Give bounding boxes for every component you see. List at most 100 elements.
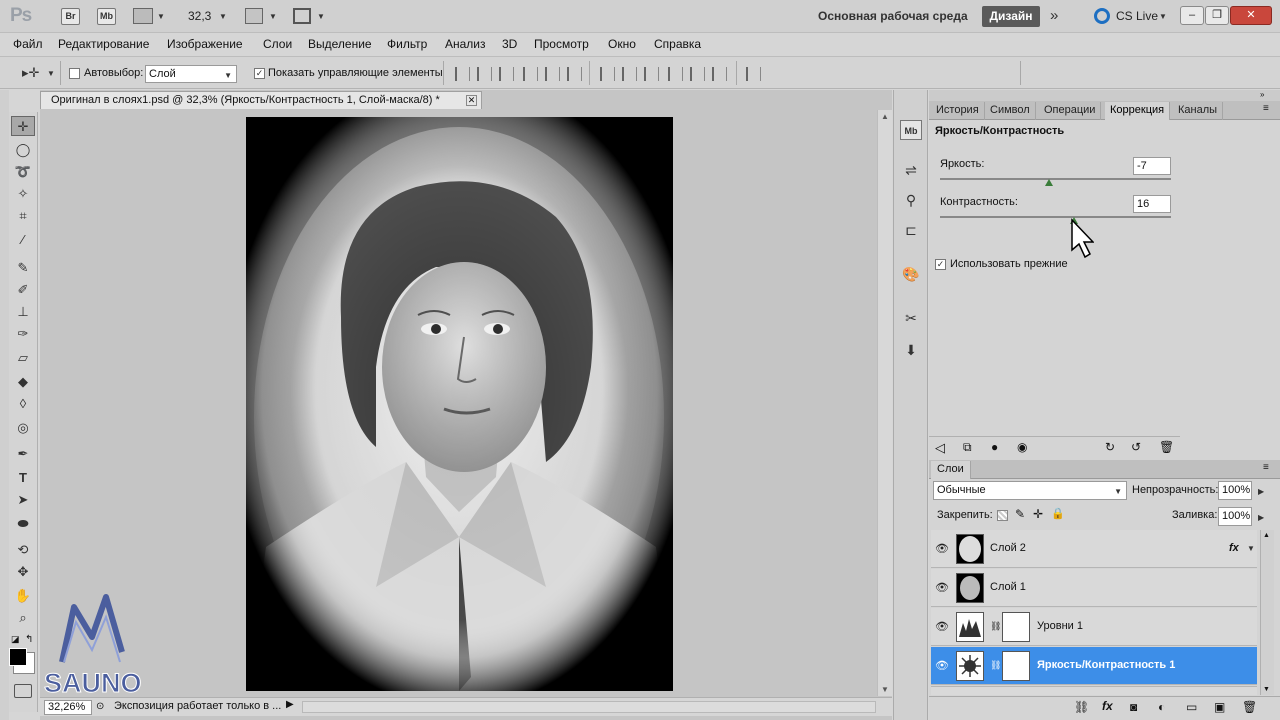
default-colors-icon[interactable]: ◪	[11, 634, 20, 645]
auto-align-layers-icon[interactable]	[746, 67, 761, 81]
add-mask-icon[interactable]: ◙	[1130, 700, 1137, 714]
blur-tool-icon[interactable]: ◊	[11, 394, 35, 414]
bridge-button[interactable]: Br	[61, 8, 80, 25]
menu-image[interactable]: Изображение	[167, 37, 243, 51]
dodge-tool-icon[interactable]: ◎	[11, 418, 35, 438]
menu-select[interactable]: Выделение	[308, 37, 372, 51]
visibility-icon[interactable]: ◉	[1017, 440, 1027, 454]
layer-mask-thumbnail[interactable]	[1002, 651, 1030, 681]
menu-edit[interactable]: Редактирование	[58, 37, 149, 51]
3d-rotate-tool-icon[interactable]: ⟲	[11, 540, 35, 560]
zoom-tool-icon[interactable]: ⌕	[11, 608, 35, 628]
align-bottom-icon[interactable]	[499, 67, 514, 81]
contrast-slider-track[interactable]	[940, 216, 1171, 218]
brightness-slider-track[interactable]	[940, 178, 1171, 180]
close-tab-icon[interactable]: ✕	[466, 95, 477, 106]
quick-selection-tool-icon[interactable]: ✧	[11, 184, 35, 204]
chevron-down-icon[interactable]: ▼	[1247, 544, 1255, 553]
brightness-slider-thumb[interactable]	[1044, 179, 1053, 186]
brush-tool-icon[interactable]: ✐	[11, 280, 35, 300]
eyedropper-tool-icon[interactable]: ⁄	[11, 230, 35, 250]
align-vertical-center-icon[interactable]	[477, 67, 492, 81]
autoselect-checkbox[interactable]	[69, 68, 80, 79]
tab-character[interactable]: Символ	[985, 102, 1036, 120]
pen-tool-icon[interactable]: ✒	[11, 444, 35, 464]
eraser-tool-icon[interactable]: ▱	[11, 348, 35, 368]
image-canvas[interactable]	[246, 117, 673, 691]
menu-3d[interactable]: 3D	[502, 37, 517, 51]
status-menu-arrow-icon[interactable]: ▶	[286, 699, 298, 714]
crop-tool-icon[interactable]: ⌗	[11, 206, 35, 226]
paint-bucket-tool-icon[interactable]: ◆	[11, 372, 35, 392]
swatches-icon[interactable]: 🎨	[900, 264, 922, 284]
new-group-icon[interactable]: ▭	[1186, 700, 1197, 714]
mask-link-icon[interactable]: ⛓	[990, 621, 1001, 632]
lock-all-icon[interactable]: 🔒	[1051, 507, 1065, 520]
distribute-right-icon[interactable]	[712, 67, 727, 81]
brightness-input[interactable]: -7	[1133, 157, 1171, 175]
new-layer-icon[interactable]: ▣	[1214, 700, 1225, 714]
chevron-down-icon[interactable]: ▼	[317, 12, 325, 21]
menu-help[interactable]: Справка	[654, 37, 701, 51]
lasso-tool-icon[interactable]: ➰	[11, 162, 35, 182]
use-legacy-checkbox[interactable]: ✓	[935, 259, 946, 270]
layer-row[interactable]: 👁 Слой 1	[931, 569, 1257, 607]
chevron-down-icon[interactable]: ▼	[269, 12, 277, 21]
clip-to-layer-icon[interactable]: ●	[991, 440, 998, 454]
mini-bridge-panel-icon[interactable]: Mb	[900, 120, 922, 140]
tab-adjustments[interactable]: Коррекция	[1105, 102, 1171, 120]
eye-icon[interactable]: 👁	[935, 542, 949, 555]
blend-mode-dropdown[interactable]: Обычные ▼	[933, 481, 1127, 500]
document-tab[interactable]: Оригинал в слоях1.psd @ 32,3% (Яркость/К…	[40, 91, 482, 109]
arrange-documents-icon[interactable]	[245, 8, 263, 24]
new-adjustment-layer-icon[interactable]: ◐	[1158, 700, 1165, 714]
menu-view[interactable]: Просмотр	[534, 37, 589, 51]
menu-layer[interactable]: Слои	[263, 37, 292, 51]
tool-presets-icon[interactable]: ⇌	[900, 160, 922, 180]
layers-menu-icon[interactable]: ≡	[1263, 462, 1269, 473]
opacity-slider-toggle-icon[interactable]: ▶	[1258, 487, 1264, 496]
show-controls-checkbox[interactable]: ✓	[254, 68, 265, 79]
maximize-button[interactable]: ❐	[1205, 6, 1229, 25]
history-brush-tool-icon[interactable]: ✑	[11, 324, 35, 344]
move-tool-preset-icon[interactable]: ▸✛	[22, 65, 39, 81]
layer-row-selected[interactable]: 👁 ⛓ Яркость/Контрастность 1	[931, 647, 1257, 685]
elliptical-marquee-tool-icon[interactable]: ◯	[11, 140, 35, 160]
distribute-top-icon[interactable]	[600, 67, 615, 81]
hand-tool-icon[interactable]: ✋	[11, 586, 35, 606]
back-arrow-icon[interactable]: ◁	[935, 440, 945, 456]
tab-history[interactable]: История	[931, 102, 985, 120]
layer-mask-thumbnail[interactable]	[1002, 612, 1030, 642]
scroll-down-icon[interactable]: ▼	[881, 685, 889, 694]
notes-icon[interactable]: ⊏	[900, 220, 922, 240]
foreground-color-swatch[interactable]	[9, 648, 27, 666]
tab-actions[interactable]: Операции	[1039, 102, 1102, 120]
mask-link-icon[interactable]: ⛓	[990, 660, 1001, 671]
chevron-down-icon[interactable]: ▼	[1159, 12, 1167, 21]
panel-menu-icon[interactable]: ≡	[1263, 103, 1269, 114]
delete-adjustment-icon[interactable]: 🗑	[1159, 440, 1174, 454]
expand-view-icon[interactable]: ⧉	[963, 440, 972, 455]
more-workspaces-icon[interactable]: »	[1050, 7, 1058, 24]
scroll-up-icon[interactable]: ▲	[881, 112, 889, 121]
reset-icon[interactable]: ↺	[1131, 440, 1141, 454]
link-layers-icon[interactable]: ⛓	[1074, 700, 1089, 714]
healing-brush-tool-icon[interactable]: ✎	[11, 258, 35, 278]
eye-icon[interactable]: 👁	[935, 581, 949, 594]
quick-mask-icon[interactable]	[14, 684, 32, 698]
align-top-icon[interactable]	[455, 67, 470, 81]
fill-input[interactable]: 100%	[1218, 507, 1252, 526]
brush-settings-icon[interactable]: ✂	[900, 308, 922, 328]
distribute-bottom-icon[interactable]	[644, 67, 659, 81]
layer-effects-icon[interactable]: fx	[1229, 542, 1239, 554]
workspace-design-button[interactable]: Дизайн	[982, 6, 1040, 27]
chevron-down-icon[interactable]: ▼	[219, 12, 227, 21]
clone-stamp-tool-icon[interactable]: ⊥	[11, 302, 35, 322]
chevron-down-icon[interactable]: ▼	[47, 69, 55, 78]
cs-live-icon[interactable]	[1094, 8, 1110, 24]
distribute-center-icon[interactable]	[622, 67, 637, 81]
scroll-down-icon[interactable]: ▼	[1263, 686, 1270, 693]
close-window-button[interactable]: ✕	[1230, 6, 1272, 25]
tab-layers[interactable]: Слои	[931, 461, 971, 479]
layers-scrollbar[interactable]: ▲ ▼	[1260, 530, 1274, 695]
